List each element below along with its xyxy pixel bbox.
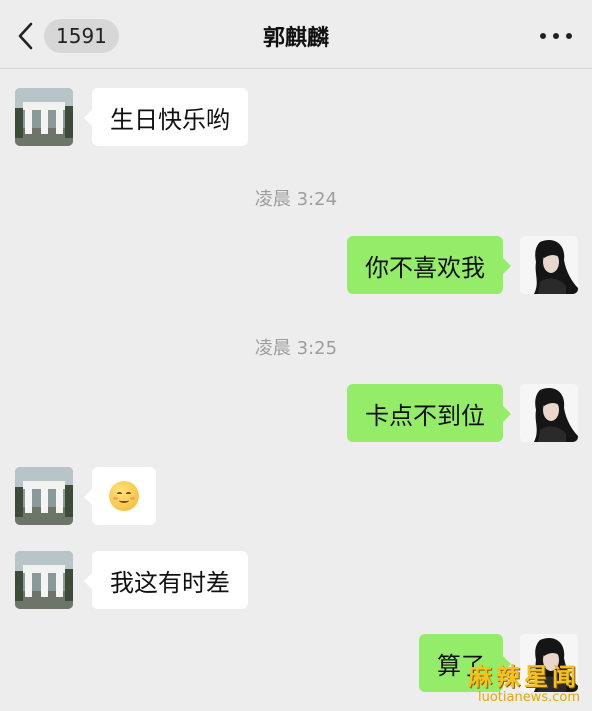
my-avatar[interactable] bbox=[520, 384, 578, 442]
contact-avatar[interactable] bbox=[15, 551, 73, 609]
contact-avatar[interactable] bbox=[15, 88, 73, 146]
message-bubble-outgoing[interactable]: 你不喜欢我 bbox=[347, 236, 511, 294]
watermark: 麻辣星闻 luotianews.com bbox=[468, 657, 580, 705]
message-timestamp: 凌晨 3:24 bbox=[254, 189, 338, 210]
contact-avatar[interactable] bbox=[15, 467, 73, 525]
watermark-url: luotianews.com bbox=[477, 690, 580, 705]
message-bubble-outgoing[interactable]: 卡点不到位 bbox=[347, 384, 511, 442]
smile-emoji-icon bbox=[109, 481, 139, 511]
message-bubble-incoming[interactable] bbox=[84, 467, 156, 525]
chat-header: 1591 郭麒麟 bbox=[0, 0, 592, 70]
more-dots-icon[interactable] bbox=[540, 30, 572, 42]
watermark-logo-text: 麻辣星闻 bbox=[468, 663, 580, 691]
contact-name-title: 郭麒麟 bbox=[262, 26, 329, 51]
message-bubble-incoming[interactable]: 生日快乐哟 bbox=[84, 88, 248, 146]
message-timestamp: 凌晨 3:25 bbox=[254, 338, 338, 359]
message-bubble-incoming[interactable]: 我这有时差 bbox=[84, 551, 248, 609]
my-avatar[interactable] bbox=[520, 236, 578, 294]
header-divider bbox=[0, 68, 592, 69]
